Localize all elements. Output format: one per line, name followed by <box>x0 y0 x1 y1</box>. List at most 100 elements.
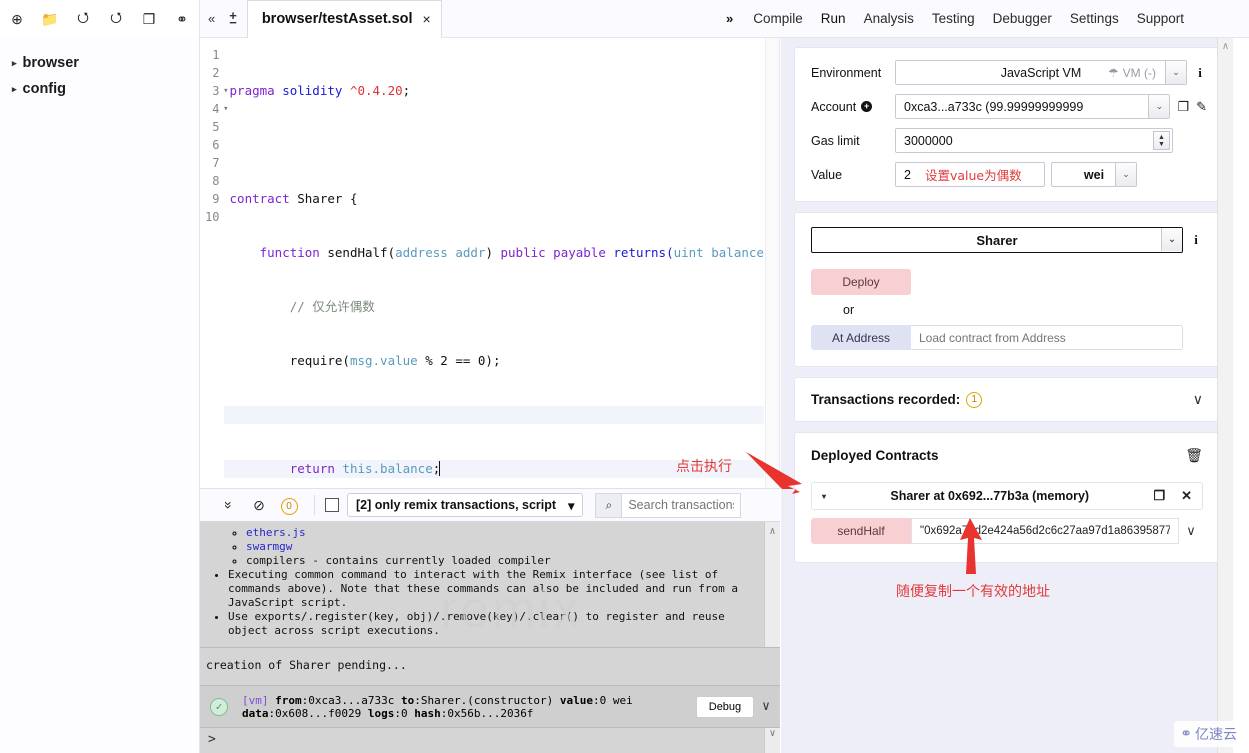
edit-icon[interactable]: ✎ <box>1196 99 1207 115</box>
menu-item-analysis[interactable]: Analysis <box>864 11 914 26</box>
account-select[interactable]: 0xca3...a733c (99.99999999999 ⌄ <box>895 94 1171 119</box>
new-file-icon[interactable]: ⊕ <box>8 10 26 28</box>
copy-icon[interactable]: ❐ <box>1153 488 1165 504</box>
scroll-up-icon[interactable]: ∧ <box>765 522 780 537</box>
spin-up-icon[interactable]: ▲ <box>1158 134 1165 141</box>
github-publish-icon[interactable]: ⭯ <box>74 9 92 28</box>
editor-scrollbar[interactable] <box>765 38 779 488</box>
code-editor[interactable]: 1 2 3 ▾ 4 ▾ 5 6 7 8 9 10 pragma solidity ^… <box>200 38 780 488</box>
menu-item-run[interactable]: Run <box>821 11 846 26</box>
deploy-button[interactable]: Deploy <box>811 269 911 295</box>
run-panel-scrollbar[interactable]: ∧ <box>1217 38 1233 753</box>
spin-down-icon[interactable]: ▼ <box>1158 141 1165 148</box>
editor-code[interactable]: pragma solidity ^0.4.20; contract Sharer… <box>223 46 779 488</box>
font-decrease-icon[interactable]: − <box>229 16 237 29</box>
compilers-text: compilers - contains currently loaded co… <box>246 554 551 567</box>
at-address-button[interactable]: At Address <box>811 325 911 350</box>
chevron-down-icon[interactable]: ∨ <box>1193 391 1203 408</box>
vm-status: ☂ VM (-) <box>1108 66 1156 80</box>
contract-select-wrap: Sharer ⌄ i <box>811 227 1203 253</box>
environment-label: Environment <box>811 65 882 80</box>
collapse-panel-icon[interactable]: « <box>208 11 215 26</box>
fold-icon[interactable]: ▾ <box>223 100 228 118</box>
ethers-js-link[interactable]: ethers.js <box>246 526 306 539</box>
fold-icon[interactable]: ▾ <box>223 82 228 100</box>
at-address-input[interactable] <box>911 325 1183 350</box>
menu-item-compile[interactable]: Compile <box>753 11 803 26</box>
menu-item-testing[interactable]: Testing <box>932 11 975 26</box>
gist-publish-icon[interactable]: ⭯ <box>107 9 125 28</box>
environment-select[interactable]: JavaScript VM ☂ VM (-) ⌄ <box>895 60 1187 85</box>
tab-testasset-sol[interactable]: browser/testAsset.sol × <box>246 0 442 38</box>
code-line-3: contract Sharer { <box>229 191 358 206</box>
terminal-output[interactable]: ethers.js swarmgw compilers - contains c… <box>200 522 780 647</box>
font-size-controls[interactable]: + − <box>229 9 237 29</box>
info-icon[interactable]: i <box>1193 65 1207 81</box>
menu-item-debugger[interactable]: Debugger <box>993 11 1052 26</box>
swarmgw-link[interactable]: swarmgw <box>246 540 292 553</box>
value-unit-select[interactable]: wei ⌄ <box>1051 162 1137 187</box>
tabbar-controls: « + − <box>200 9 247 29</box>
terminal-search[interactable]: ⌕ <box>595 492 742 518</box>
quantity-stepper[interactable]: ▲ ▼ <box>1153 131 1170 150</box>
site-watermark: ⚭ 亿速云 <box>1174 721 1243 747</box>
connect-localhost-icon[interactable]: ⚭ <box>173 10 191 28</box>
chevron-right-icon[interactable]: » <box>726 11 733 26</box>
transaction-details: [vm] from:0xca3...a733c to:Sharer.(const… <box>242 694 696 720</box>
vm-tag: [vm] <box>242 693 269 707</box>
list-item: compilers - contains currently loaded co… <box>246 554 780 568</box>
from-value: :0xca3...a733c <box>301 693 401 707</box>
close-icon[interactable]: ✕ <box>1181 488 1192 504</box>
sendhalf-arg-input[interactable] <box>911 518 1179 544</box>
contract-function-row: sendHalf ∨ <box>811 518 1203 544</box>
divider <box>314 495 315 515</box>
info-icon[interactable]: i <box>1189 232 1203 248</box>
menu-item-support[interactable]: Support <box>1137 11 1184 26</box>
terminal-input-prompt[interactable]: > ∨ <box>200 727 780 753</box>
file-tree-node-config[interactable]: ▸ config <box>10 76 199 102</box>
menu-item-settings[interactable]: Settings <box>1070 11 1119 26</box>
add-account-icon[interactable]: + <box>861 101 873 112</box>
chevron-down-icon[interactable]: ∨ <box>762 699 770 714</box>
contract-instance-header[interactable]: ▾ Sharer at 0x692...77b3a (memory) ❐ ✕ <box>811 482 1203 510</box>
or-label: or <box>843 303 855 317</box>
close-icon[interactable]: × <box>423 11 431 27</box>
transactions-recorded-card[interactable]: Transactions recorded: 1 ∨ <box>795 378 1219 421</box>
terminal-scrollbar[interactable]: ∧ <box>764 522 780 647</box>
terminal-transaction-row[interactable]: ✓ [vm] from:0xca3...a733c to:Sharer.(con… <box>200 685 780 727</box>
code-line-8: return this.balance; <box>223 460 764 478</box>
file-tree-node-label: config <box>22 81 67 97</box>
chevron-down-icon[interactable]: ∨ <box>1179 523 1203 539</box>
hash-value: :0x56b...2036f <box>440 706 534 720</box>
trash-icon[interactable]: 🗑 <box>1185 447 1203 464</box>
open-folder-icon[interactable]: 📁 <box>41 10 59 28</box>
copy-files-icon[interactable]: ❐ <box>140 10 158 28</box>
search-icon[interactable]: ⌕ <box>595 492 622 518</box>
run-settings-card: Environment JavaScript VM ☂ VM (-) ⌄ i A… <box>795 48 1219 201</box>
value-input[interactable]: 2 设置value为偶数 <box>895 162 1045 187</box>
terminal-filter-select[interactable]: [2] only remix transactions, script ▾ <box>347 493 584 517</box>
gas-limit-value: 3000000 <box>904 133 953 148</box>
file-tree-node-browser[interactable]: ▸ browser <box>10 50 199 76</box>
scroll-down-icon[interactable]: ∨ <box>769 728 775 739</box>
line-number: 2 <box>212 66 220 80</box>
chevron-down-icon[interactable]: ⌄ <box>1161 228 1182 251</box>
sendhalf-button[interactable]: sendHalf <box>811 518 911 544</box>
data-label: data <box>242 706 269 720</box>
terminal-clear-icon[interactable]: ⊘ <box>244 497 274 514</box>
terminal-prompt-scrollbar[interactable]: ∨ <box>764 728 780 753</box>
copy-icon[interactable]: ❐ <box>1177 99 1189 115</box>
terminal-filter-checkbox[interactable] <box>325 498 339 512</box>
debug-button[interactable]: Debug <box>695 695 755 718</box>
chevron-down-icon[interactable]: ⌄ <box>1165 61 1186 84</box>
code-line-4: function sendHalf(address addr) public p… <box>259 245 779 260</box>
gas-limit-input[interactable]: 3000000 ▲ ▼ <box>895 128 1173 153</box>
chevron-down-icon[interactable]: ⌄ <box>1148 95 1170 118</box>
contract-select[interactable]: Sharer ⌄ <box>811 227 1183 253</box>
scroll-up-icon[interactable]: ∧ <box>1218 38 1233 52</box>
logs-label: logs <box>367 706 395 720</box>
search-input[interactable] <box>621 492 742 518</box>
chevron-down-icon[interactable]: ⌄ <box>1115 163 1136 186</box>
terminal-collapse-icon[interactable]: » <box>221 490 237 520</box>
pending-transactions-badge: 0 <box>274 496 304 515</box>
